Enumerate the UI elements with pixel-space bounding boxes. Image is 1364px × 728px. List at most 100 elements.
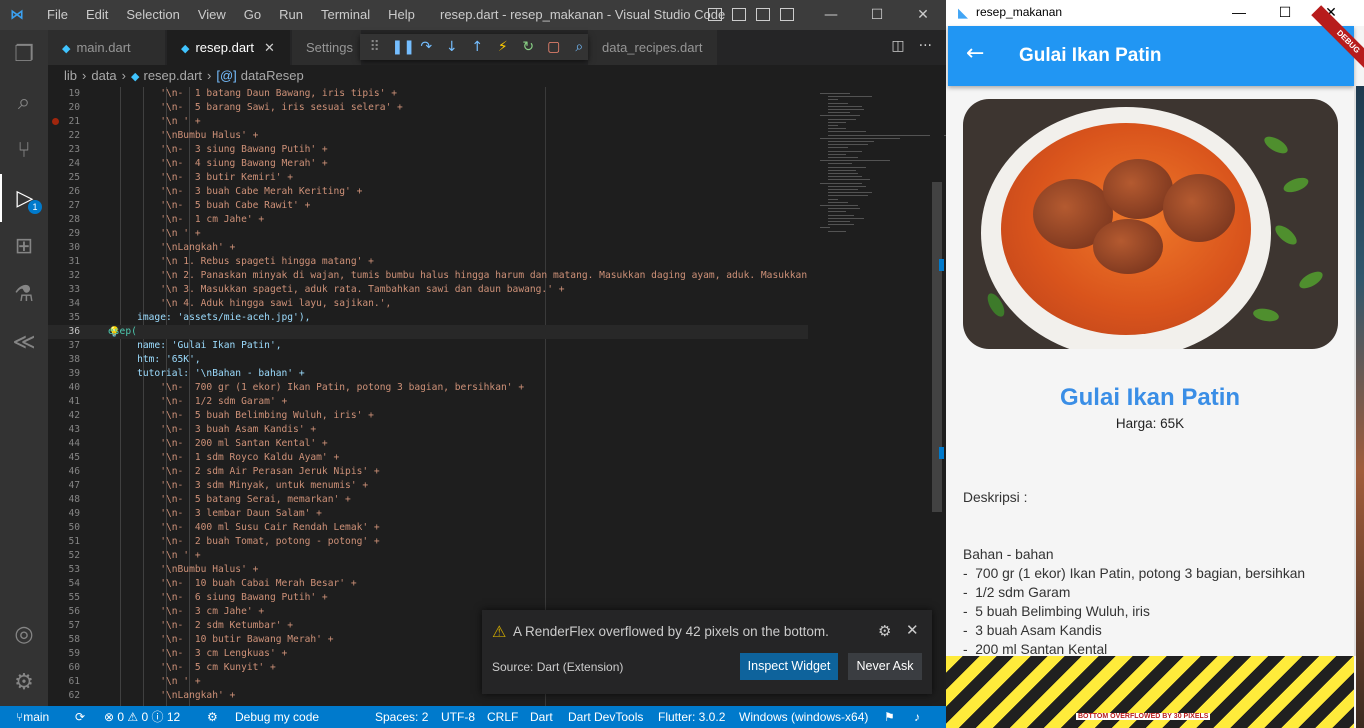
inspect-icon[interactable]: ⌕ xyxy=(571,39,589,55)
code-line[interactable]: 38 htm: '65K', xyxy=(48,353,808,367)
tab-resep-dart[interactable]: ◆ resep.dart ✕ xyxy=(167,30,291,65)
code-line[interactable]: 51 '\n- 2 buah Tomat, potong - potong' + xyxy=(48,535,808,549)
code-line[interactable]: 45 '\n- 1 sdm Royco Kaldu Ayam' + xyxy=(48,451,808,465)
flutter-icon[interactable]: ≪ xyxy=(0,318,48,366)
code-line[interactable]: 32 '\n 2. Panaskan minyak di wajan, tumi… xyxy=(48,269,808,283)
menu-view[interactable]: View xyxy=(189,0,235,30)
code-line[interactable]: 52 '\n ' + xyxy=(48,549,808,563)
code-line[interactable]: 25 '\n- 3 butir Kemiri' + xyxy=(48,171,808,185)
customize-layout-icon[interactable] xyxy=(780,8,794,21)
code-line[interactable]: 22 '\nBumbu Halus' + xyxy=(48,129,808,143)
code-line[interactable]: 42 '\n- 5 buah Belimbing Wuluh, iris' + xyxy=(48,409,808,423)
breadcrumb-data[interactable]: data xyxy=(91,68,116,83)
step-over-icon[interactable]: ↷ xyxy=(418,39,436,55)
menu-run[interactable]: Run xyxy=(270,0,312,30)
code-line[interactable]: 55 '\n- 6 siung Bawang Putih' + xyxy=(48,591,808,605)
scrollbar-thumb[interactable] xyxy=(932,182,942,512)
code-line[interactable]: 49 '\n- 3 lembar Daun Salam' + xyxy=(48,507,808,521)
device-status[interactable]: Windows (windows-x64) xyxy=(739,706,868,728)
code-line[interactable]: 41 '\n- 1/2 sdm Garam' + xyxy=(48,395,808,409)
code-line[interactable]: 29 '\n ' + xyxy=(48,227,808,241)
code-line[interactable]: 33 '\n 3. Masukkan spageti, aduk rata. T… xyxy=(48,283,808,297)
menu-help[interactable]: Help xyxy=(379,0,424,30)
debug-config-status[interactable]: Debug my code xyxy=(235,706,319,728)
branch-status[interactable]: ⑂ main xyxy=(16,706,49,728)
search-icon[interactable]: ⌕ xyxy=(0,78,48,126)
code-line[interactable]: 21 '\n ' + xyxy=(48,115,808,129)
split-editor-icon[interactable]: ◫ xyxy=(891,38,904,54)
maximize-button[interactable]: ☐ xyxy=(854,0,900,30)
code-line[interactable]: 35 image: 'assets/mie-aceh.jpg'), xyxy=(48,311,808,325)
app-minimize-button[interactable]: — xyxy=(1216,0,1262,26)
toggle-secondary-sidebar-icon[interactable] xyxy=(756,8,770,21)
code-line[interactable]: 44 '\n- 200 ml Santan Kental' + xyxy=(48,437,808,451)
account-icon[interactable]: ◎ xyxy=(0,610,48,658)
breadcrumb-file[interactable]: resep.dart xyxy=(143,68,202,83)
code-line[interactable]: 46 '\n- 2 sdm Air Perasan Jeruk Nipis' + xyxy=(48,465,808,479)
debug-status-icon[interactable]: ⚙ xyxy=(207,706,218,728)
code-line[interactable]: 31 '\n 1. Rebus spageti hingga matang' + xyxy=(48,255,808,269)
notifications-bell-icon[interactable]: ♪ xyxy=(914,706,920,728)
code-line[interactable]: 30 '\nLangkah' + xyxy=(48,241,808,255)
code-line[interactable]: 43 '\n- 3 buah Asam Kandis' + xyxy=(48,423,808,437)
notification-close-icon[interactable]: ✕ xyxy=(906,621,919,639)
step-into-icon[interactable]: ↓ xyxy=(443,39,461,55)
eol-status[interactable]: CRLF xyxy=(487,706,518,728)
code-line[interactable]: 23 '\n- 3 siung Bawang Putih' + xyxy=(48,143,808,157)
stop-icon[interactable]: ▢ xyxy=(545,39,563,55)
devtools-status[interactable]: Dart DevTools xyxy=(568,706,643,728)
minimize-button[interactable]: — xyxy=(808,0,854,30)
tab-settings[interactable]: Settings xyxy=(292,30,362,65)
close-button[interactable]: ✕ xyxy=(900,0,946,30)
run-debug-icon[interactable]: ▷ 1 xyxy=(0,174,48,222)
hot-reload-icon[interactable]: ⚡ xyxy=(494,39,512,55)
code-line[interactable]: 54 '\n- 10 buah Cabai Merah Besar' + xyxy=(48,577,808,591)
code-line[interactable]: 39 tutorial: '\nBahan - bahan' + xyxy=(48,367,808,381)
tab-data-recipes-dart[interactable]: data_recipes.dart xyxy=(588,30,718,65)
code-line[interactable]: 27 '\n- 5 buah Cabe Rawit' + xyxy=(48,199,808,213)
problems-status[interactable]: ⊗ 0 ⚠ 0 ⓘ 12 xyxy=(104,706,180,728)
feedback-icon[interactable]: ⚑ xyxy=(884,706,895,728)
step-out-icon[interactable]: ↑ xyxy=(469,39,487,55)
code-line[interactable]: 48 '\n- 5 batang Serai, memarkan' + xyxy=(48,493,808,507)
close-tab-icon[interactable]: ✕ xyxy=(264,40,275,55)
breakpoint-icon[interactable] xyxy=(52,118,59,125)
breadcrumb-lib[interactable]: lib xyxy=(64,68,77,83)
code-line[interactable]: 24 '\n- 4 siung Bawang Merah' + xyxy=(48,157,808,171)
extensions-icon[interactable]: ⊞ xyxy=(0,222,48,270)
encoding-status[interactable]: UTF-8 xyxy=(441,706,475,728)
more-actions-icon[interactable]: ··· xyxy=(919,38,932,54)
code-line[interactable]: 34 '\n 4. Aduk hingga sawi layu, sajikan… xyxy=(48,297,808,311)
menu-selection[interactable]: Selection xyxy=(117,0,188,30)
source-control-icon[interactable]: ⑂ xyxy=(0,126,48,174)
app-maximize-button[interactable]: ☐ xyxy=(1262,0,1308,26)
code-line[interactable]: 50 '\n- 400 ml Susu Cair Rendah Lemak' + xyxy=(48,521,808,535)
flutter-version-status[interactable]: Flutter: 3.0.2 xyxy=(658,706,725,728)
breadcrumb-symbol[interactable]: dataResep xyxy=(241,68,304,83)
code-line[interactable]: 28 '\n- 1 cm Jahe' + xyxy=(48,213,808,227)
menu-terminal[interactable]: Terminal xyxy=(312,0,379,30)
pause-icon[interactable]: ❚❚ xyxy=(392,39,415,55)
code-line[interactable]: 36 💡 esep( xyxy=(48,325,808,339)
testing-icon[interactable]: ⚗ xyxy=(0,270,48,318)
language-status[interactable]: Dart xyxy=(530,706,553,728)
inspect-widget-button[interactable]: Inspect Widget xyxy=(740,653,838,680)
explorer-icon[interactable]: ❐ xyxy=(0,30,48,78)
never-ask-button[interactable]: Never Ask xyxy=(848,653,922,680)
restart-icon[interactable]: ↻ xyxy=(520,39,538,55)
code-line[interactable]: 47 '\n- 3 sdm Minyak, untuk menumis' + xyxy=(48,479,808,493)
notification-settings-icon[interactable]: ⚙ xyxy=(878,622,891,640)
code-line[interactable]: 26 '\n- 3 buah Cabe Merah Keriting' + xyxy=(48,185,808,199)
code-line[interactable]: 20 '\n- 5 barang Sawi, iris sesuai seler… xyxy=(48,101,808,115)
drag-handle-icon[interactable]: ⠿ xyxy=(366,39,384,55)
toggle-panel-icon[interactable] xyxy=(732,8,746,21)
code-line[interactable]: 40 '\n- 700 gr (1 ekor) Ikan Patin, poto… xyxy=(48,381,808,395)
tab-main-dart[interactable]: ◆ main.dart xyxy=(48,30,166,65)
menu-edit[interactable]: Edit xyxy=(77,0,117,30)
settings-gear-icon[interactable]: ⚙ xyxy=(0,658,48,706)
indent-status[interactable]: Spaces: 2 xyxy=(375,706,428,728)
code-line[interactable]: 19 '\n- 1 batang Daun Bawang, iris tipis… xyxy=(48,87,808,101)
toggle-sidebar-icon[interactable] xyxy=(708,8,722,21)
code-line[interactable]: 53 '\nBumbu Halus' + xyxy=(48,563,808,577)
code-line[interactable]: 37 name: 'Gulai Ikan Patin', xyxy=(48,339,808,353)
